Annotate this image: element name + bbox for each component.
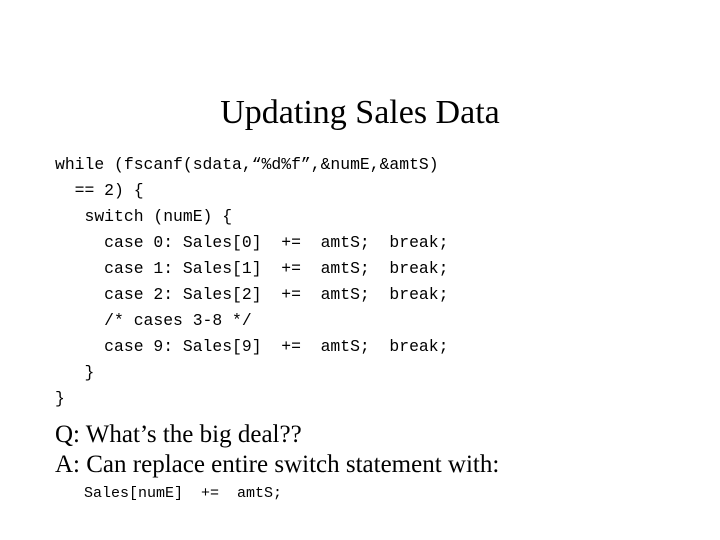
- code-line: }: [55, 389, 65, 408]
- code-line: case 2: Sales[2] += amtS; break;: [55, 285, 449, 304]
- slide-body: while (fscanf(sdata,“%d%f”,&numE,&amtS) …: [55, 152, 695, 521]
- code-line: /* cases 3-8 */: [55, 311, 252, 330]
- answer-line: A: Can replace entire switch statement w…: [55, 451, 500, 478]
- final-code-line: Sales[numE] += amtS;: [84, 485, 283, 502]
- code-line: == 2) {: [55, 181, 144, 200]
- question-line: Q: What’s the big deal??: [55, 421, 302, 448]
- code-listing: while (fscanf(sdata,“%d%f”,&numE,&amtS) …: [55, 152, 695, 412]
- slide-canvas: Updating Sales Data while (fscanf(sdata,…: [0, 0, 720, 540]
- code-line: switch (numE) {: [55, 207, 233, 226]
- code-line: case 0: Sales[0] += amtS; break;: [55, 233, 449, 252]
- page-title: Updating Sales Data: [220, 93, 500, 131]
- code-line: case 9: Sales[9] += amtS; break;: [55, 337, 449, 356]
- qa-block: Q: What’s the big deal?? A: Can replace …: [55, 420, 695, 480]
- code-line: }: [55, 363, 95, 382]
- code-line: case 1: Sales[1] += amtS; break;: [55, 259, 449, 278]
- code-line: while (fscanf(sdata,“%d%f”,&numE,&amtS): [55, 155, 439, 174]
